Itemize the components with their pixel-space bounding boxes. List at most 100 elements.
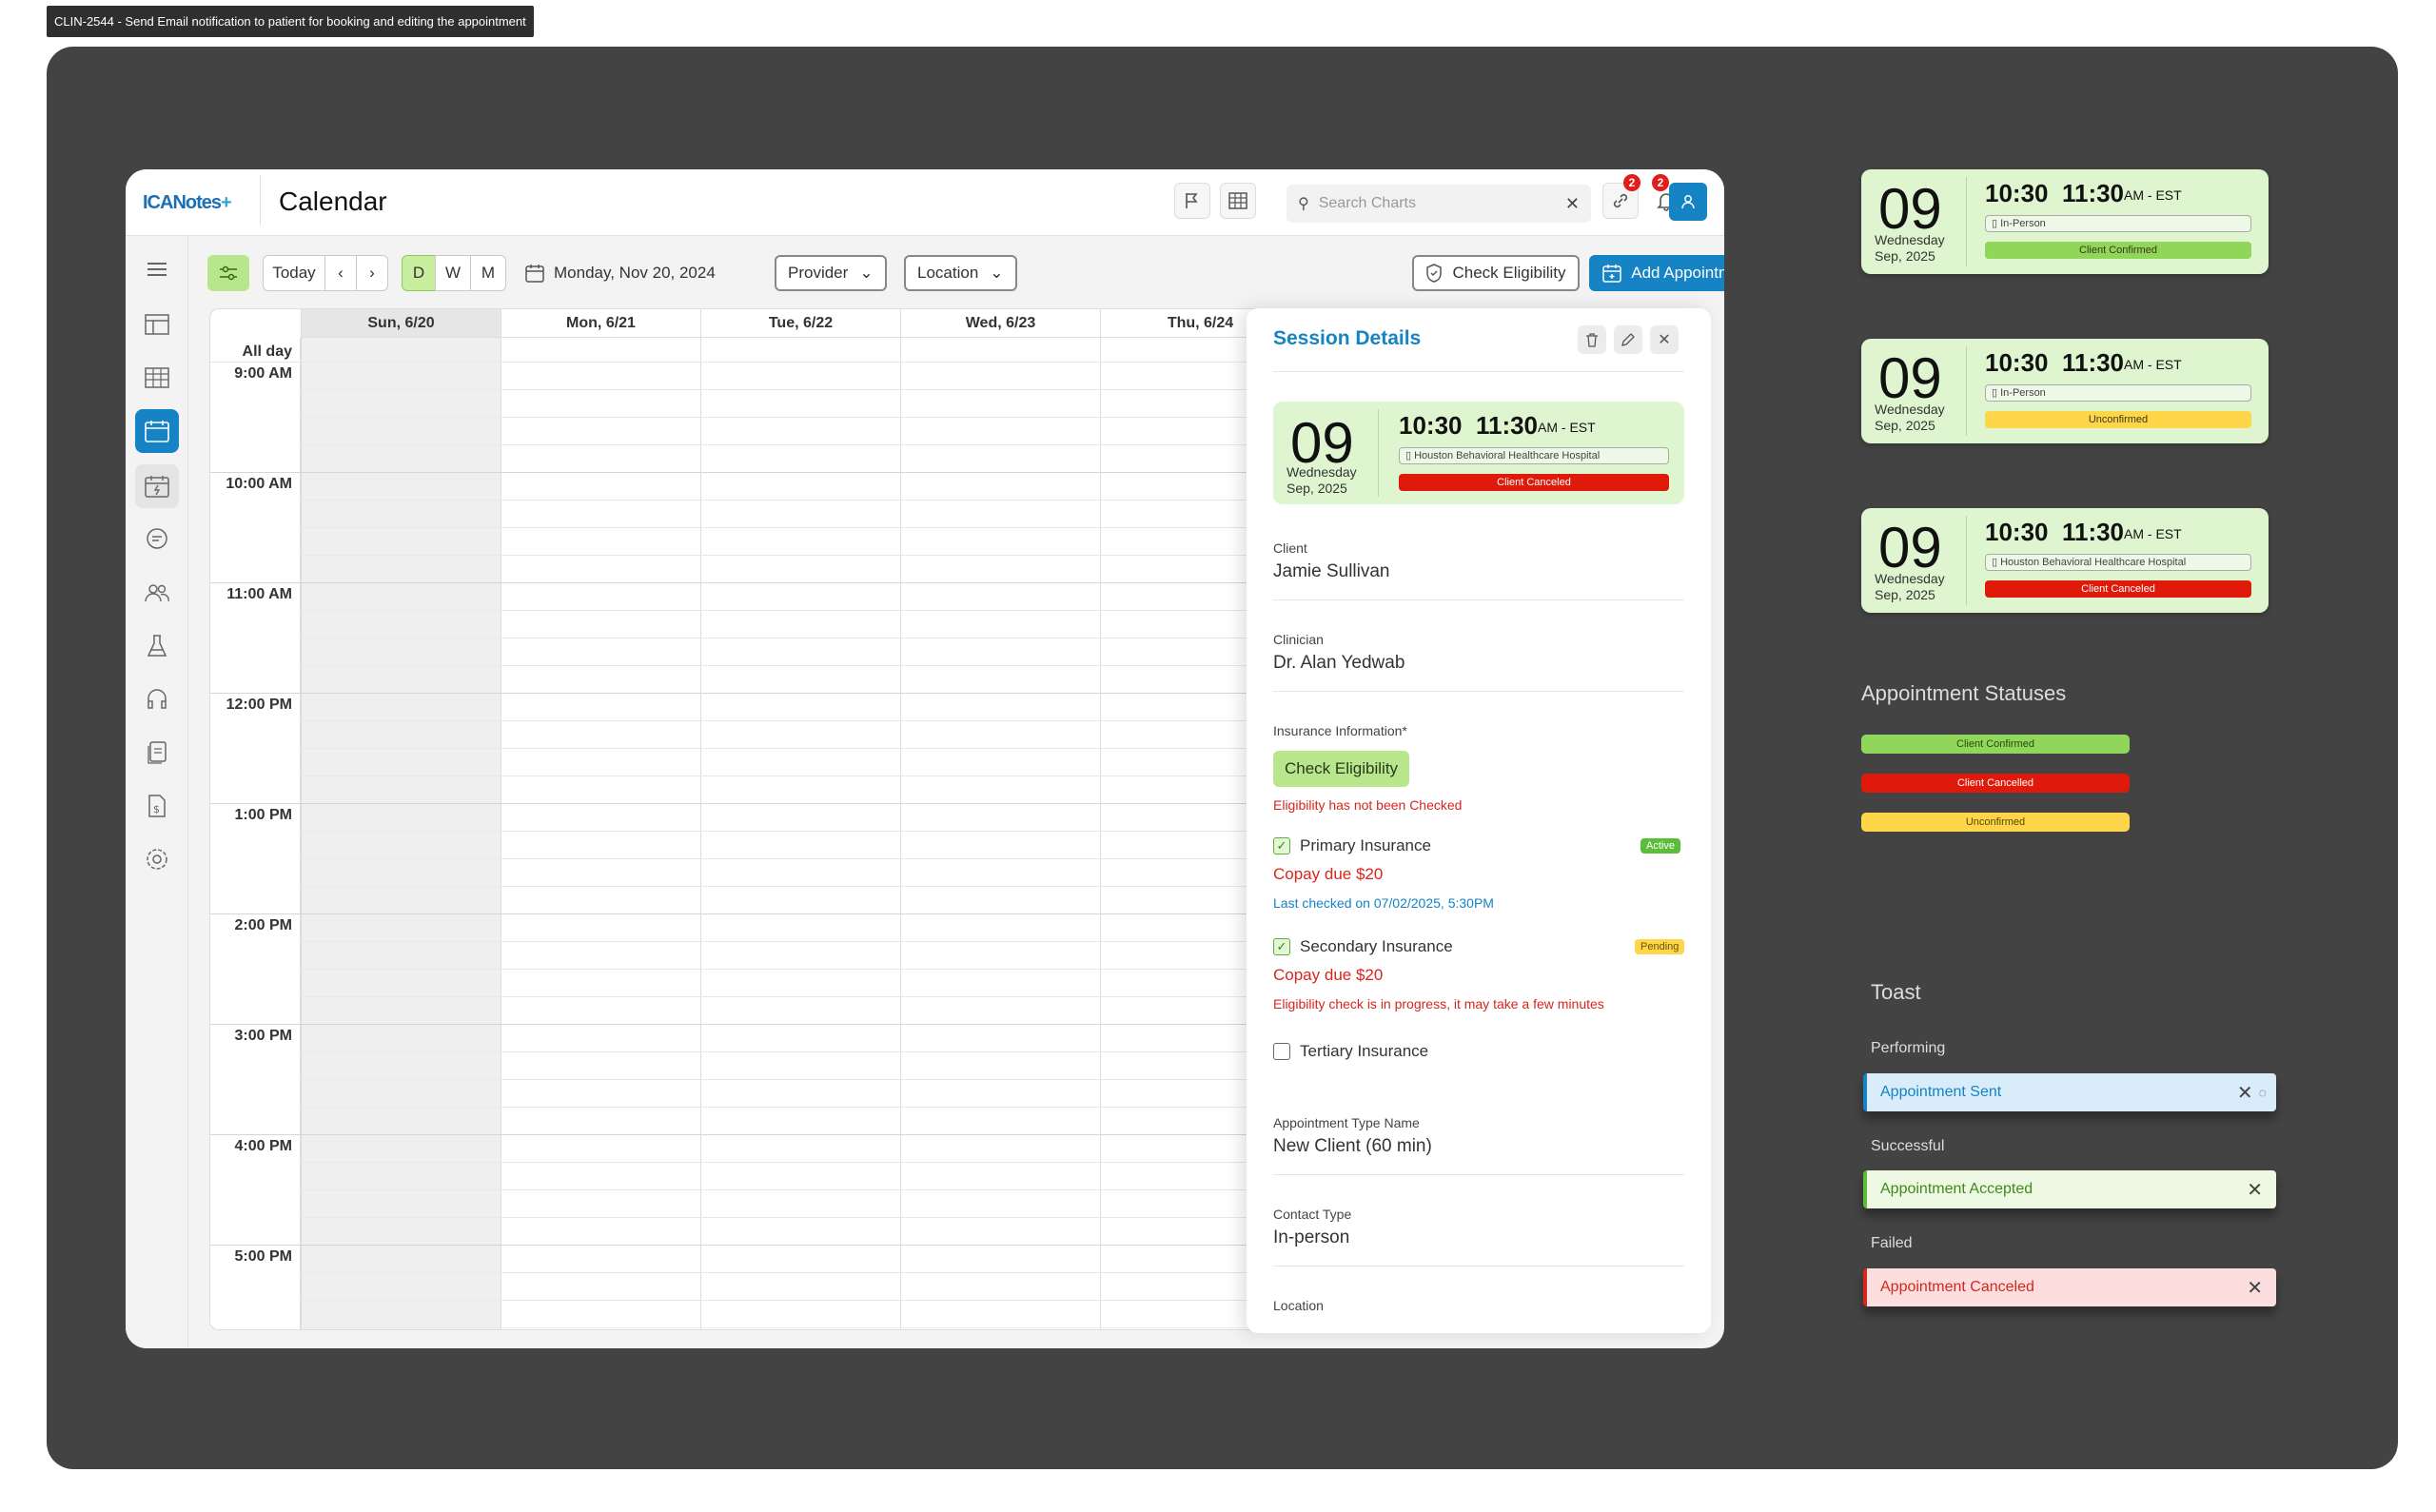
card-weekday: Wednesday bbox=[1875, 402, 1945, 417]
row-line bbox=[301, 417, 1398, 418]
toast-performing-label: Performing bbox=[1871, 1040, 1946, 1056]
view-month-button[interactable]: M bbox=[470, 255, 506, 291]
search-input[interactable]: Search Charts bbox=[1319, 195, 1416, 212]
appointment-card[interactable]: 09 Wednesday Sep, 2025 10:30 11:30 AM - EST ▯… bbox=[1861, 508, 2269, 613]
calendar-icon bbox=[525, 265, 544, 283]
card-month-year: Sep, 2025 bbox=[1875, 248, 1935, 264]
view-week-button[interactable]: W bbox=[435, 255, 471, 291]
divider bbox=[1966, 177, 1967, 266]
filter-button[interactable] bbox=[207, 255, 249, 291]
hour-label: 4:00 PM bbox=[234, 1138, 292, 1154]
billing-icon[interactable]: $ bbox=[135, 784, 179, 828]
calendar-icon[interactable] bbox=[135, 409, 179, 453]
check-eligibility-button[interactable]: Check Eligibility bbox=[1412, 255, 1580, 291]
table-icon[interactable] bbox=[1220, 183, 1256, 219]
menu-icon[interactable] bbox=[135, 247, 179, 291]
check-eligibility-label: Check Eligibility bbox=[1452, 264, 1566, 282]
today-button[interactable]: Today bbox=[263, 255, 325, 291]
calendar-plus-icon bbox=[1602, 265, 1621, 283]
headset-icon[interactable] bbox=[135, 677, 179, 721]
next-button[interactable]: › bbox=[356, 255, 388, 291]
toast-performing[interactable]: Appointment Sent ✕ ◌ bbox=[1863, 1073, 2276, 1111]
close-icon[interactable]: ✕ bbox=[1650, 325, 1679, 354]
clinician-label: Clinician bbox=[1273, 632, 1324, 647]
row-line bbox=[301, 610, 1398, 611]
card-time: 10:30 11:30 bbox=[1985, 179, 2125, 207]
provider-dropdown[interactable]: Provider ⌄ bbox=[775, 255, 887, 291]
appointment-type-value: New Client (60 min) bbox=[1273, 1136, 1432, 1156]
appointment-card[interactable]: 09 Wednesday Sep, 2025 10:30 11:30 AM - EST ▯… bbox=[1861, 339, 2269, 443]
column-divider bbox=[700, 338, 701, 1329]
card-weekday: Wednesday bbox=[1875, 232, 1945, 247]
flag-icon[interactable] bbox=[1174, 183, 1210, 219]
toast-successful[interactable]: Appointment Accepted ✕ bbox=[1863, 1170, 2276, 1208]
row-line bbox=[301, 720, 1398, 721]
row-line bbox=[210, 1024, 1398, 1025]
card-month-year: Sep, 2025 bbox=[1287, 481, 1347, 496]
chevron-down-icon: ⌄ bbox=[859, 264, 874, 282]
top-bar: ICANotes+ Calendar ⚲ Search Charts ✕ 2 2 bbox=[126, 169, 1724, 236]
check-eligibility-button[interactable]: Check Eligibility bbox=[1273, 751, 1410, 787]
column-divider bbox=[900, 338, 901, 1329]
trash-icon[interactable] bbox=[1578, 325, 1606, 354]
documents-icon[interactable] bbox=[135, 731, 179, 775]
tertiary-insurance-checkbox[interactable] bbox=[1273, 1043, 1290, 1060]
contact-type-value: In-person bbox=[1273, 1227, 1350, 1247]
avatar[interactable] bbox=[1669, 183, 1707, 221]
prev-button[interactable]: ‹ bbox=[324, 255, 357, 291]
secondary-insurance-checkbox[interactable]: ✓ bbox=[1273, 938, 1290, 955]
appointment-card[interactable]: 09 Wednesday Sep, 2025 10:30 11:30 AM - EST ▯… bbox=[1861, 169, 2269, 274]
row-line bbox=[301, 1107, 1398, 1108]
flask-icon[interactable] bbox=[135, 624, 179, 668]
divider bbox=[260, 175, 261, 225]
primary-insurance-checkbox[interactable]: ✓ bbox=[1273, 837, 1290, 854]
hour-label: 9:00 AM bbox=[234, 365, 292, 382]
card-timezone: AM - EST bbox=[1538, 420, 1596, 435]
edit-icon[interactable] bbox=[1614, 325, 1642, 354]
card-timezone: AM - EST bbox=[2124, 526, 2182, 541]
logo[interactable]: ICANotes+ bbox=[143, 192, 232, 214]
divider bbox=[1966, 516, 1967, 605]
close-icon[interactable]: ✕ bbox=[2247, 1276, 2263, 1300]
current-date[interactable]: Monday, Nov 20, 2024 bbox=[554, 264, 716, 283]
card-weekday: Wednesday bbox=[1875, 571, 1945, 586]
add-appointment-button[interactable]: Add Appointment bbox=[1589, 255, 1724, 291]
row-line bbox=[301, 1300, 1398, 1301]
sunday-column[interactable] bbox=[301, 338, 501, 1329]
row-line bbox=[301, 1189, 1398, 1190]
close-icon[interactable]: ✕ bbox=[2247, 1178, 2263, 1202]
status-badge: Client Canceled bbox=[1399, 474, 1669, 491]
hour-label: 12:00 PM bbox=[226, 697, 292, 713]
grid-icon[interactable] bbox=[135, 356, 179, 400]
settings-icon[interactable] bbox=[135, 837, 179, 881]
session-details-panel: Session Details ✕ 09 Wednesday Sep, 2025… bbox=[1247, 308, 1711, 1333]
toast-message: Appointment Accepted bbox=[1880, 1181, 2033, 1197]
search-icon: ⚲ bbox=[1298, 196, 1309, 212]
chat-icon[interactable] bbox=[135, 518, 179, 561]
row-line bbox=[301, 389, 1398, 390]
shield-icon bbox=[1426, 264, 1443, 283]
row-line bbox=[301, 1272, 1398, 1273]
secondary-insurance-label: Secondary Insurance bbox=[1300, 937, 1453, 955]
provider-label: Provider bbox=[788, 264, 849, 282]
close-icon[interactable]: ✕ bbox=[2237, 1081, 2253, 1105]
card-location: ▯ In-Person bbox=[1985, 384, 2251, 402]
users-icon[interactable] bbox=[135, 571, 179, 615]
search-charts[interactable]: ⚲ Search Charts ✕ bbox=[1287, 185, 1591, 223]
day-header[interactable]: Tue, 6/22 bbox=[700, 309, 900, 338]
view-day-button[interactable]: D bbox=[402, 255, 436, 291]
bell-badge: 2 bbox=[1652, 174, 1669, 191]
day-header[interactable]: Sun, 6/20 bbox=[301, 309, 501, 338]
session-appointment-card[interactable]: 09 Wednesday Sep, 2025 10:30 11:30 AM - … bbox=[1273, 402, 1684, 504]
card-weekday: Wednesday bbox=[1287, 464, 1357, 480]
page-title: Calendar bbox=[279, 187, 387, 216]
clear-icon[interactable]: ✕ bbox=[1565, 194, 1580, 214]
week-grid: Sun, 6/20 Mon, 6/21 Tue, 6/22 Wed, 6/23 Thu,… bbox=[209, 308, 1399, 1330]
calendar-bolt-icon[interactable] bbox=[135, 464, 179, 508]
location-dropdown[interactable]: Location ⌄ bbox=[904, 255, 1017, 291]
row-line bbox=[210, 472, 1398, 473]
day-header[interactable]: Mon, 6/21 bbox=[501, 309, 700, 338]
day-header[interactable]: Wed, 6/23 bbox=[900, 309, 1100, 338]
dashboard-icon[interactable] bbox=[135, 303, 179, 346]
toast-failed[interactable]: Appointment Canceled ✕ bbox=[1863, 1268, 2276, 1306]
